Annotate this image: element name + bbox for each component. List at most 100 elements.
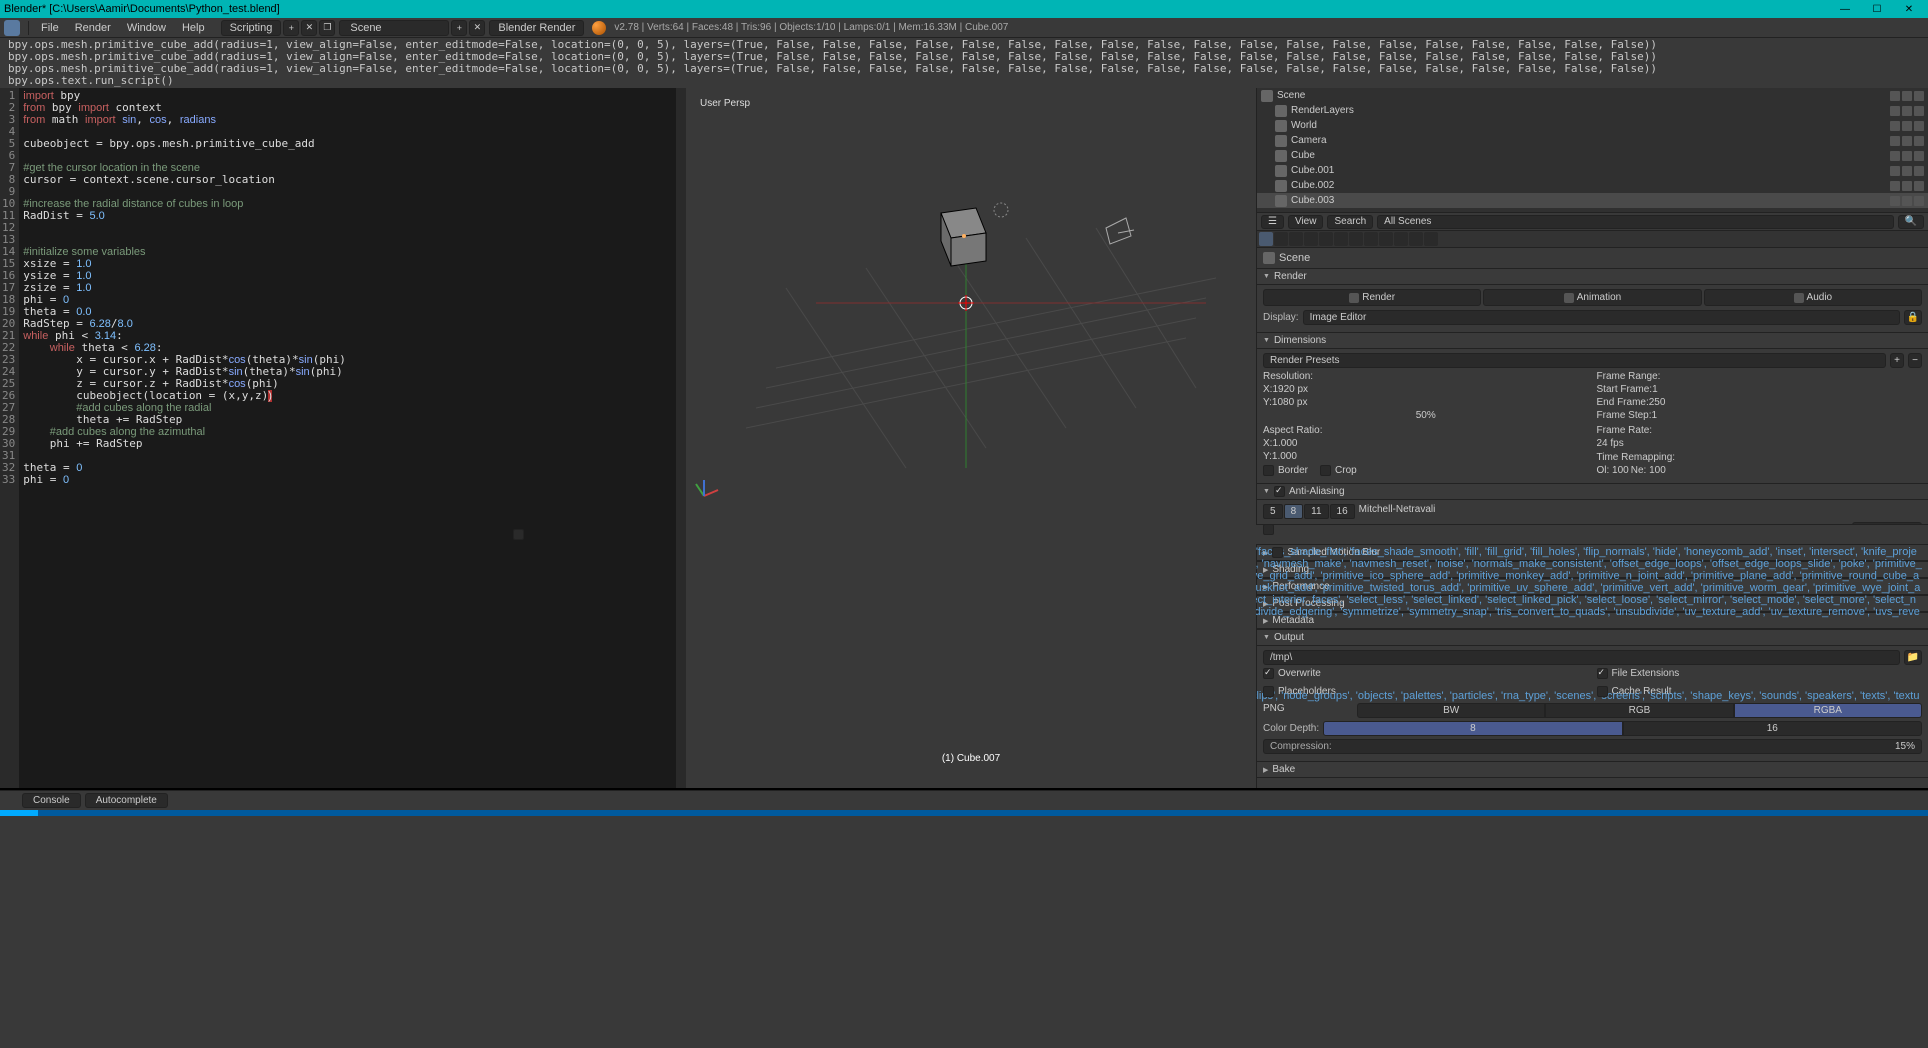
end-frame-field[interactable]: End Frame:250 bbox=[1597, 397, 1923, 408]
format-select[interactable]: PNG bbox=[1263, 703, 1353, 718]
outliner-search[interactable]: Search bbox=[1327, 215, 1373, 229]
tab-render[interactable] bbox=[1259, 232, 1273, 246]
aa-8[interactable]: 8 bbox=[1284, 504, 1304, 519]
outliner[interactable]: SceneRenderLayersWorldCameraCubeCube.001… bbox=[1257, 88, 1928, 212]
fileext-check[interactable] bbox=[1597, 668, 1608, 679]
tab-object[interactable] bbox=[1319, 232, 1333, 246]
scene-add-button[interactable]: + bbox=[451, 20, 467, 36]
res-x-field[interactable]: X:1920 px bbox=[1263, 384, 1589, 395]
code-area[interactable]: import bpy from bpy import context from … bbox=[19, 88, 676, 788]
min-button[interactable]: — bbox=[1830, 2, 1860, 16]
cache-check[interactable] bbox=[1597, 686, 1608, 697]
compression-field[interactable]: Compression:15% bbox=[1263, 739, 1922, 754]
outliner-icon[interactable]: ☰ bbox=[1261, 215, 1284, 229]
outliner-item-cube.002[interactable]: Cube.002 bbox=[1257, 178, 1928, 193]
tab-constraints[interactable] bbox=[1334, 232, 1348, 246]
preset-del-button[interactable]: − bbox=[1908, 353, 1922, 368]
display-lock-button[interactable]: 🔒 bbox=[1904, 310, 1922, 325]
menu-render[interactable]: Render bbox=[75, 22, 111, 34]
aa-16[interactable]: 16 bbox=[1330, 504, 1355, 519]
tab-data[interactable] bbox=[1364, 232, 1378, 246]
panel-output-header[interactable]: Output bbox=[1257, 629, 1928, 646]
panel-dimensions-header[interactable]: Dimensions bbox=[1257, 332, 1928, 349]
menu-file[interactable]: File bbox=[41, 22, 59, 34]
aspect-y-field[interactable]: Y:1.000 bbox=[1263, 451, 1589, 462]
animation-button[interactable]: Animation bbox=[1483, 289, 1701, 306]
audio-button[interactable]: Audio bbox=[1704, 289, 1922, 306]
register-check[interactable] bbox=[513, 529, 524, 540]
timeremap-old-field[interactable]: Ol: 100 bbox=[1597, 465, 1629, 476]
console-menu-console[interactable]: Console bbox=[22, 793, 81, 808]
outliner-item-world[interactable]: World bbox=[1257, 118, 1928, 133]
close-button[interactable]: ✕ bbox=[1894, 2, 1924, 16]
mode-rgba[interactable]: RGBA bbox=[1734, 703, 1922, 718]
crop-check[interactable] bbox=[1320, 465, 1331, 476]
panel-render-header[interactable]: Render bbox=[1257, 268, 1928, 285]
tab-material[interactable] bbox=[1379, 232, 1393, 246]
res-pct-field[interactable]: 50% bbox=[1263, 410, 1589, 421]
res-y-field[interactable]: Y:1080 px bbox=[1263, 397, 1589, 408]
max-button[interactable]: ☐ bbox=[1862, 2, 1892, 16]
display-select[interactable]: Image Editor bbox=[1303, 310, 1900, 325]
aa-filter-select[interactable]: Mitchell-Netravali bbox=[1359, 504, 1922, 519]
text-editor[interactable]: 1 2 3 4 5 6 7 8 9 10 11 12 13 14 15 16 1… bbox=[0, 88, 686, 788]
outliner-item-renderlayers[interactable]: RenderLayers bbox=[1257, 103, 1928, 118]
border-check[interactable] bbox=[1263, 465, 1274, 476]
tab-scene[interactable] bbox=[1289, 232, 1303, 246]
layout-add-button[interactable]: + bbox=[283, 20, 299, 36]
engine-select[interactable]: Blender Render bbox=[489, 20, 584, 36]
placeholders-check[interactable] bbox=[1263, 686, 1274, 697]
aa-5[interactable]: 5 bbox=[1263, 504, 1283, 519]
output-path-field[interactable]: /tmp\ bbox=[1263, 650, 1900, 665]
outliner-item-cube.003[interactable]: Cube.003 bbox=[1257, 193, 1928, 208]
cdepth-8[interactable]: 8 bbox=[1323, 721, 1622, 736]
panel-bake-header[interactable]: Bake bbox=[1257, 761, 1928, 778]
fps-select[interactable]: 24 fps bbox=[1597, 438, 1923, 449]
full-sample-check[interactable] bbox=[1263, 524, 1274, 535]
overwrite-check[interactable] bbox=[1263, 668, 1274, 679]
layout-select[interactable]: Scripting bbox=[221, 20, 282, 36]
panel-aa-header[interactable]: Anti-Aliasing bbox=[1257, 483, 1928, 500]
scene-del-button[interactable]: ✕ bbox=[469, 20, 485, 36]
3d-viewport[interactable]: User Persp bbox=[686, 88, 1256, 788]
stats-text: v2.78 | Verts:64 | Faces:48 | Tris:96 | … bbox=[614, 22, 1008, 33]
render-button[interactable]: Render bbox=[1263, 289, 1481, 306]
tab-physics[interactable] bbox=[1424, 232, 1438, 246]
props-tabs[interactable] bbox=[1257, 230, 1928, 248]
scene-name-field[interactable]: Scene bbox=[339, 20, 449, 36]
text-scrollbar[interactable] bbox=[676, 88, 686, 788]
outliner-item-cube[interactable]: Cube bbox=[1257, 148, 1928, 163]
outliner-item-scene[interactable]: Scene bbox=[1257, 88, 1928, 103]
output-browse-button[interactable]: 📁 bbox=[1904, 650, 1922, 665]
layout-del-button[interactable]: ✕ bbox=[301, 20, 317, 36]
start-icon[interactable] bbox=[0, 810, 38, 816]
outliner-filter-button[interactable]: 🔍 bbox=[1898, 215, 1924, 229]
mode-bw[interactable]: BW bbox=[1357, 703, 1545, 718]
tab-particles[interactable] bbox=[1409, 232, 1423, 246]
console-type-icon[interactable] bbox=[4, 794, 18, 808]
tab-renderlayers[interactable] bbox=[1274, 232, 1288, 246]
autocomplete-button[interactable]: Autocomplete bbox=[85, 793, 168, 808]
frame-step-field[interactable]: Frame Step:1 bbox=[1597, 410, 1923, 421]
tab-texture[interactable] bbox=[1394, 232, 1408, 246]
outliner-allscenes[interactable]: All Scenes bbox=[1377, 215, 1893, 229]
outliner-item-cube.001[interactable]: Cube.001 bbox=[1257, 163, 1928, 178]
menu-help[interactable]: Help bbox=[182, 22, 205, 34]
aspect-x-field[interactable]: X:1.000 bbox=[1263, 438, 1589, 449]
timeremap-new-field[interactable]: Ne: 100 bbox=[1631, 465, 1666, 476]
preset-add-button[interactable]: + bbox=[1890, 353, 1904, 368]
mode-rgb[interactable]: RGB bbox=[1545, 703, 1733, 718]
cdepth-16[interactable]: 16 bbox=[1623, 721, 1922, 736]
tab-world[interactable] bbox=[1304, 232, 1318, 246]
menu-window[interactable]: Window bbox=[127, 22, 166, 34]
tab-modifiers[interactable] bbox=[1349, 232, 1363, 246]
outliner-bar: ☰ View Search All Scenes 🔍 bbox=[1257, 212, 1928, 230]
aa-check[interactable] bbox=[1274, 486, 1285, 497]
render-presets-select[interactable]: Render Presets bbox=[1263, 353, 1886, 368]
aa-11[interactable]: 11 bbox=[1304, 504, 1328, 519]
outliner-item-camera[interactable]: Camera bbox=[1257, 133, 1928, 148]
scene-browse-button[interactable]: ❒ bbox=[319, 20, 335, 36]
start-frame-field[interactable]: Start Frame:1 bbox=[1597, 384, 1923, 395]
titlebar: Blender* [C:\Users\Aamir\Documents\Pytho… bbox=[0, 0, 1928, 18]
outliner-view[interactable]: View bbox=[1288, 215, 1324, 229]
